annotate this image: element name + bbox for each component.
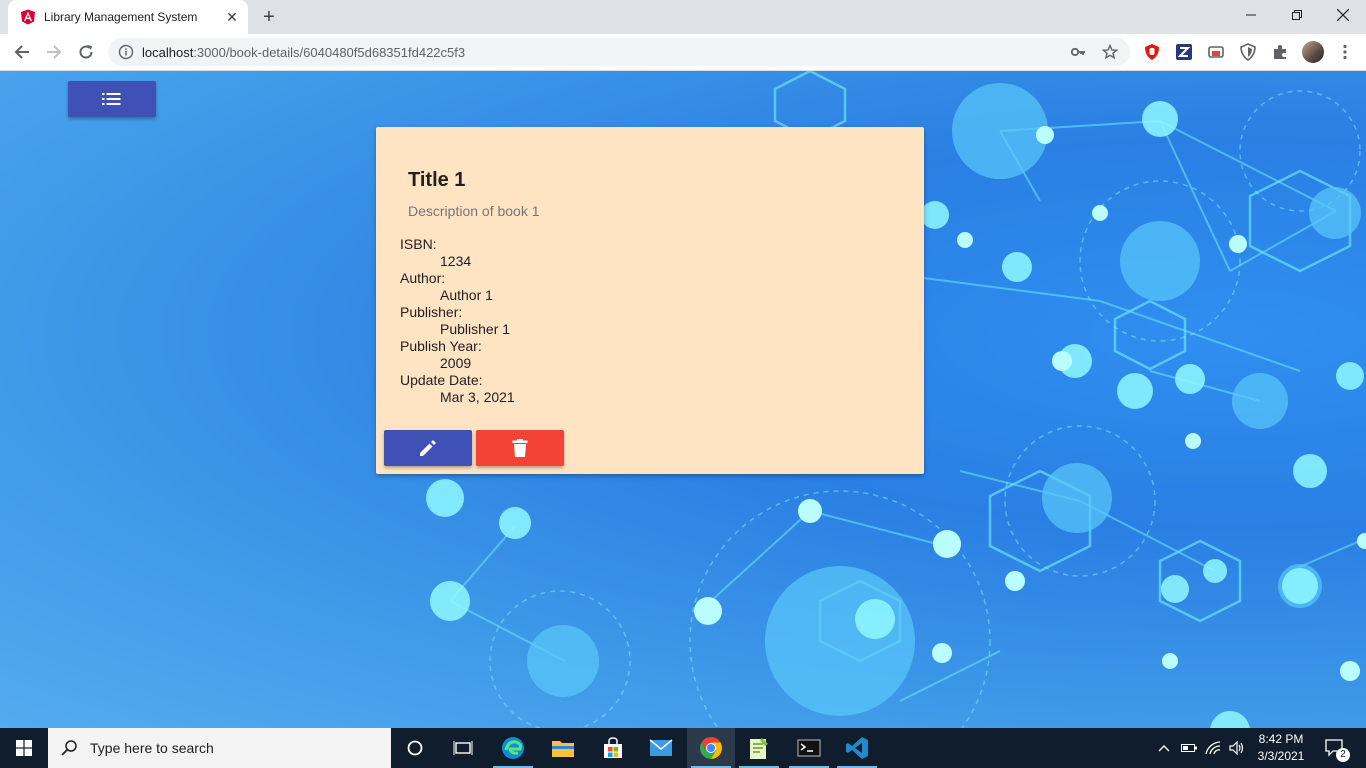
action-center-button[interactable]: 2: [1320, 728, 1350, 768]
url-text[interactable]: localhost:3000/book-details/6040480f5d68…: [142, 45, 465, 60]
chevron-up-icon: [1158, 745, 1170, 752]
publish-year-value: 2009: [440, 355, 472, 371]
speaker-icon: [1229, 741, 1244, 755]
address-bar[interactable]: localhost:3000/book-details/6040480f5d68…: [108, 38, 1130, 66]
url-path: :3000/book-details/6040480f5d68351fd422c…: [193, 44, 466, 60]
menu-button[interactable]: [68, 81, 156, 117]
search-placeholder: Type here to search: [90, 740, 214, 756]
notification-badge: 2: [1336, 748, 1350, 762]
windows-taskbar: Type here to search 8:42 PM 3/3/2021 2: [0, 728, 1366, 768]
battery-icon: [1181, 744, 1197, 752]
reload-button[interactable]: [72, 38, 100, 66]
cast-extension-icon[interactable]: [1207, 43, 1225, 61]
delete-button[interactable]: [476, 430, 564, 466]
star-icon[interactable]: [1102, 44, 1118, 60]
angular-icon: [21, 9, 35, 25]
browser-toolbar: localhost:3000/book-details/6040480f5d68…: [0, 34, 1366, 71]
ublock-extension-icon[interactable]: [1143, 43, 1161, 61]
taskbar-clock[interactable]: 8:42 PM 3/3/2021: [1246, 731, 1316, 765]
close-window-button[interactable]: [1320, 0, 1366, 30]
file-explorer-taskbar-button[interactable]: [539, 728, 587, 768]
new-tab-button[interactable]: +: [258, 6, 280, 28]
puzzle-icon[interactable]: [1271, 43, 1289, 61]
edge-icon: [502, 737, 524, 759]
close-icon: [1337, 9, 1349, 21]
task-view-button[interactable]: [439, 728, 487, 768]
publisher-value: Publisher 1: [440, 321, 511, 337]
browser-titlebar: Library Management System ✕ +: [0, 0, 1366, 34]
edge-taskbar-button[interactable]: [489, 728, 537, 768]
isbn-value: 1234: [440, 253, 472, 269]
terminal-icon: [797, 739, 821, 757]
book-detail-card: Title 1 Description of book 1 ISBN: 1234…: [376, 127, 924, 474]
task-view-icon: [453, 741, 473, 755]
book-description: Description of book 1: [408, 203, 540, 219]
book-details-list: ISBN: 1234 Author: Author 1 Publisher: P…: [400, 236, 515, 406]
back-button[interactable]: [8, 38, 36, 66]
search-icon: [61, 740, 77, 756]
store-icon: [604, 737, 622, 758]
shield-extension-icon[interactable]: [1239, 43, 1257, 61]
zotero-extension-icon[interactable]: [1175, 43, 1193, 61]
vscode-taskbar-button[interactable]: [833, 728, 881, 768]
browser-tab[interactable]: Library Management System ✕: [8, 0, 248, 34]
list-icon: [102, 93, 121, 105]
terminal-taskbar-button[interactable]: [785, 728, 833, 768]
cortana-icon: [407, 740, 423, 756]
edit-button[interactable]: [384, 430, 472, 466]
store-taskbar-button[interactable]: [589, 728, 637, 768]
windows-icon: [16, 740, 32, 756]
clock-date: 3/3/2021: [1257, 749, 1305, 763]
clock-time: 8:42 PM: [1258, 732, 1304, 746]
minimize-icon: [1246, 14, 1256, 16]
taskbar-search-box[interactable]: Type here to search: [48, 728, 391, 768]
wifi-icon: [1205, 741, 1221, 755]
notepad-plus-icon: [750, 738, 768, 759]
restore-icon: [1292, 10, 1302, 20]
more-vertical-icon[interactable]: [1336, 43, 1354, 61]
book-title: Title 1: [408, 169, 466, 191]
arrow-right-icon: [47, 45, 62, 59]
mail-icon: [649, 739, 673, 756]
battery-indicator[interactable]: [1178, 728, 1200, 768]
chrome-icon: [700, 737, 722, 759]
publish-year-label: Publish Year:: [400, 338, 482, 354]
close-tab-icon[interactable]: ✕: [222, 7, 242, 27]
restore-button[interactable]: [1274, 0, 1320, 30]
volume-indicator[interactable]: [1226, 728, 1248, 768]
update-date-label: Update Date:: [400, 372, 483, 388]
vscode-icon: [846, 737, 868, 759]
author-value: Author 1: [440, 287, 493, 303]
info-icon[interactable]: [118, 44, 134, 60]
pencil-icon: [420, 440, 436, 456]
show-hidden-icons-button[interactable]: [1152, 728, 1176, 768]
cortana-button[interactable]: [391, 728, 439, 768]
trash-icon: [512, 439, 528, 457]
wifi-indicator[interactable]: [1202, 728, 1224, 768]
update-date-value: Mar 3, 2021: [440, 389, 515, 405]
profile-avatar[interactable]: [1302, 41, 1324, 63]
mail-taskbar-button[interactable]: [637, 728, 685, 768]
tab-title: Library Management System: [44, 10, 198, 24]
chrome-taskbar-button[interactable]: [687, 728, 735, 768]
arrow-left-icon: [14, 45, 29, 59]
author-label: Author:: [400, 270, 446, 286]
folder-icon: [552, 741, 574, 757]
isbn-label: ISBN:: [400, 236, 437, 252]
start-button[interactable]: [0, 728, 48, 768]
minimize-button[interactable]: [1228, 0, 1274, 30]
key-icon[interactable]: [1070, 44, 1086, 60]
page-content: Title 1 Description of book 1 ISBN: 1234…: [0, 71, 1366, 728]
url-host: localhost: [142, 44, 194, 60]
publisher-label: Publisher:: [400, 304, 463, 320]
reload-icon: [79, 45, 93, 59]
notepad-taskbar-button[interactable]: [735, 728, 783, 768]
forward-button[interactable]: [40, 38, 68, 66]
